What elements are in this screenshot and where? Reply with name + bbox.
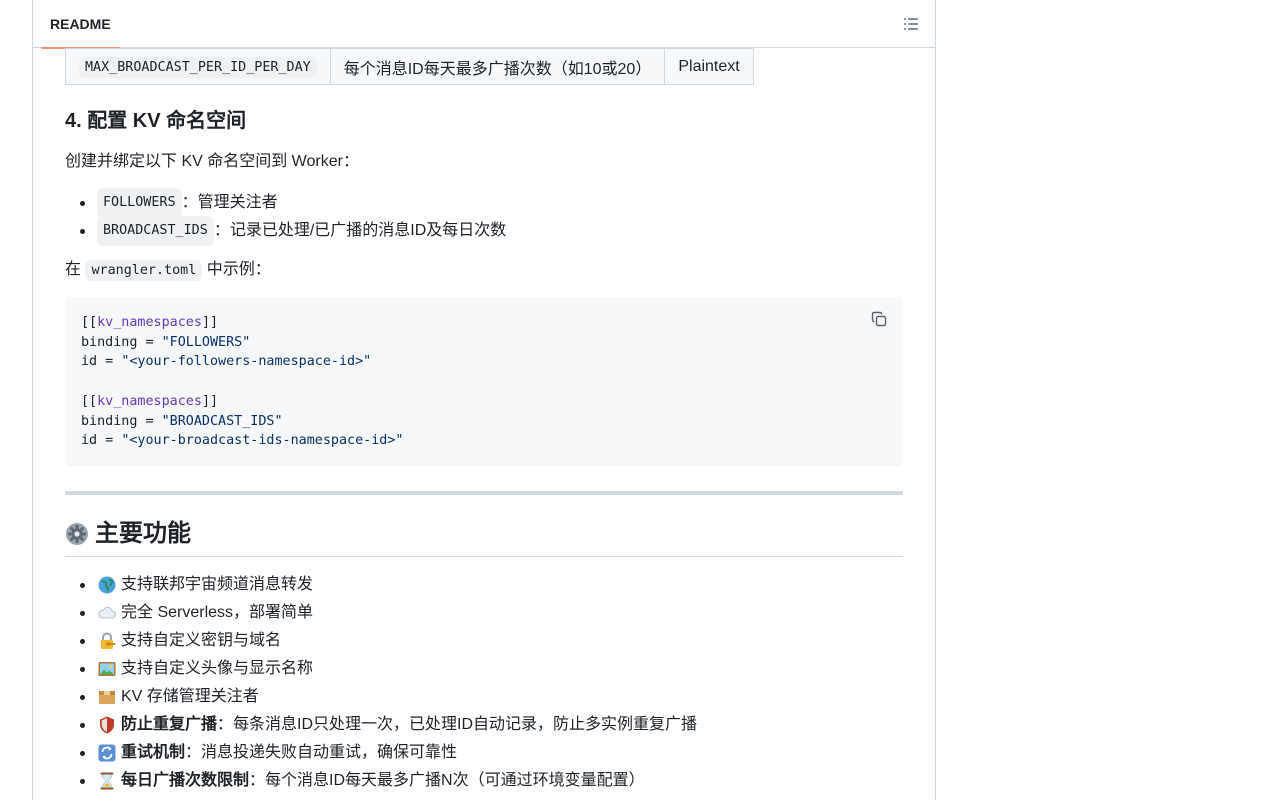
shield-icon (97, 715, 117, 735)
globe-icon (97, 575, 117, 595)
kv-name-code: FOLLOWERS (97, 188, 182, 218)
example-text: 在 wrangler.toml 中示例： (65, 258, 271, 283)
list-item: 完全 Serverless，部署简单 (65, 599, 903, 627)
feature-text: 支持自定义头像与显示名称 (121, 660, 314, 677)
table-row: MAX_BROADCAST_PER_ID_PER_DAY 每个消息ID每天最多广… (65, 48, 754, 85)
example-prefix: 在 (65, 261, 82, 278)
features-list: 支持联邦宇宙频道消息转发 完全 Serverless，部署简单 支持自定义密钥与… (65, 571, 903, 795)
outline-button[interactable] (897, 10, 925, 38)
list-item: 支持自定义密钥与域名 (65, 627, 903, 655)
readme-tab[interactable]: README (41, 0, 120, 49)
feature-text: 支持联邦宇宙频道消息转发 (121, 576, 314, 593)
feature-bold-label: 防止重复广播 (121, 716, 218, 733)
kv-name-code: BROADCAST_IDS (97, 216, 214, 246)
copy-icon (871, 311, 887, 327)
copy-button[interactable] (867, 307, 891, 331)
box-icon (97, 687, 117, 707)
retry-icon (97, 743, 117, 763)
picture-icon (97, 659, 117, 679)
cloud-icon (97, 603, 117, 623)
feature-bold-label: 重试机制 (121, 744, 186, 761)
list-item: 支持自定义头像与显示名称 (65, 655, 903, 683)
list-item-text: ：管理关注者 (181, 194, 278, 211)
hourglass-icon (97, 771, 117, 791)
env-var-code: MAX_BROADCAST_PER_ID_PER_DAY (79, 56, 317, 78)
section-divider (65, 491, 903, 495)
feature-text: ：每条消息ID只处理一次，已处理ID自动记录，防止多实例重复广播 (217, 716, 698, 733)
list-item: BROADCAST_IDS ：记录已处理/已广播的消息ID及每日次数 (65, 216, 903, 246)
kv-section-heading: 4. 配置 KV 命名空间 (65, 110, 247, 132)
code-content: [[kv_namespaces]] binding = "FOLLOWERS" … (81, 315, 404, 449)
list-item: 防止重复广播 ：每条消息ID只处理一次，已处理ID自动记录，防止多实例重复广播 (65, 711, 903, 739)
readme-content: MAX_BROADCAST_PER_ID_PER_DAY 每个消息ID每天最多广… (65, 48, 903, 790)
kv-intro-text: 创建并绑定以下 KV 命名空间到 Worker： (65, 153, 359, 170)
list-item: KV 存储管理关注者 (65, 683, 903, 711)
feature-text: 完全 Serverless，部署简单 (121, 604, 314, 621)
lock-key-icon (97, 631, 117, 651)
readme-panel: README MAX_BROADCAST_PER_ID_PER_DAY 每个消息… (32, 0, 936, 800)
list-unordered-icon (904, 18, 918, 30)
list-item: 支持联邦宇宙频道消息转发 (65, 571, 903, 599)
feature-text: 支持自定义密钥与域名 (121, 632, 282, 649)
readme-header: README (33, 0, 935, 49)
table-cell-description: 每个消息ID每天最多广播次数（如10或20） (329, 48, 666, 85)
table-cell-type: Plaintext (664, 48, 754, 85)
table-cell-name: MAX_BROADCAST_PER_ID_PER_DAY (65, 48, 331, 85)
list-item: 重试机制 ：消息投递失败自动重试，确保可靠性 (65, 739, 903, 767)
list-item: FOLLOWERS ：管理关注者 (65, 188, 903, 218)
kv-namespace-list: FOLLOWERS ：管理关注者 BROADCAST_IDS ：记录已处理/已广… (65, 188, 903, 246)
feature-text: ：每个消息ID每天最多广播N次（可通过环境变量配置） (249, 772, 645, 789)
gear-icon (66, 523, 88, 545)
features-heading-text: 主要功能 (95, 520, 191, 547)
features-heading: 主要功能 (65, 518, 903, 557)
feature-bold-label: 每日广播次数限制 (121, 772, 250, 789)
feature-text: KV 存储管理关注者 (121, 688, 259, 705)
example-suffix: 中示例： (206, 261, 271, 278)
list-item: 每日广播次数限制 ：每个消息ID每天最多广播N次（可通过环境变量配置） (65, 767, 903, 795)
list-item-text: ：记录已处理/已广播的消息ID及每日次数 (213, 222, 507, 239)
feature-text: ：消息投递失败自动重试，确保可靠性 (185, 744, 458, 761)
wrangler-file-code: wrangler.toml (85, 260, 203, 281)
code-block: [[kv_namespaces]] binding = "FOLLOWERS" … (65, 297, 903, 467)
env-table: MAX_BROADCAST_PER_ID_PER_DAY 每个消息ID每天最多广… (65, 48, 754, 85)
